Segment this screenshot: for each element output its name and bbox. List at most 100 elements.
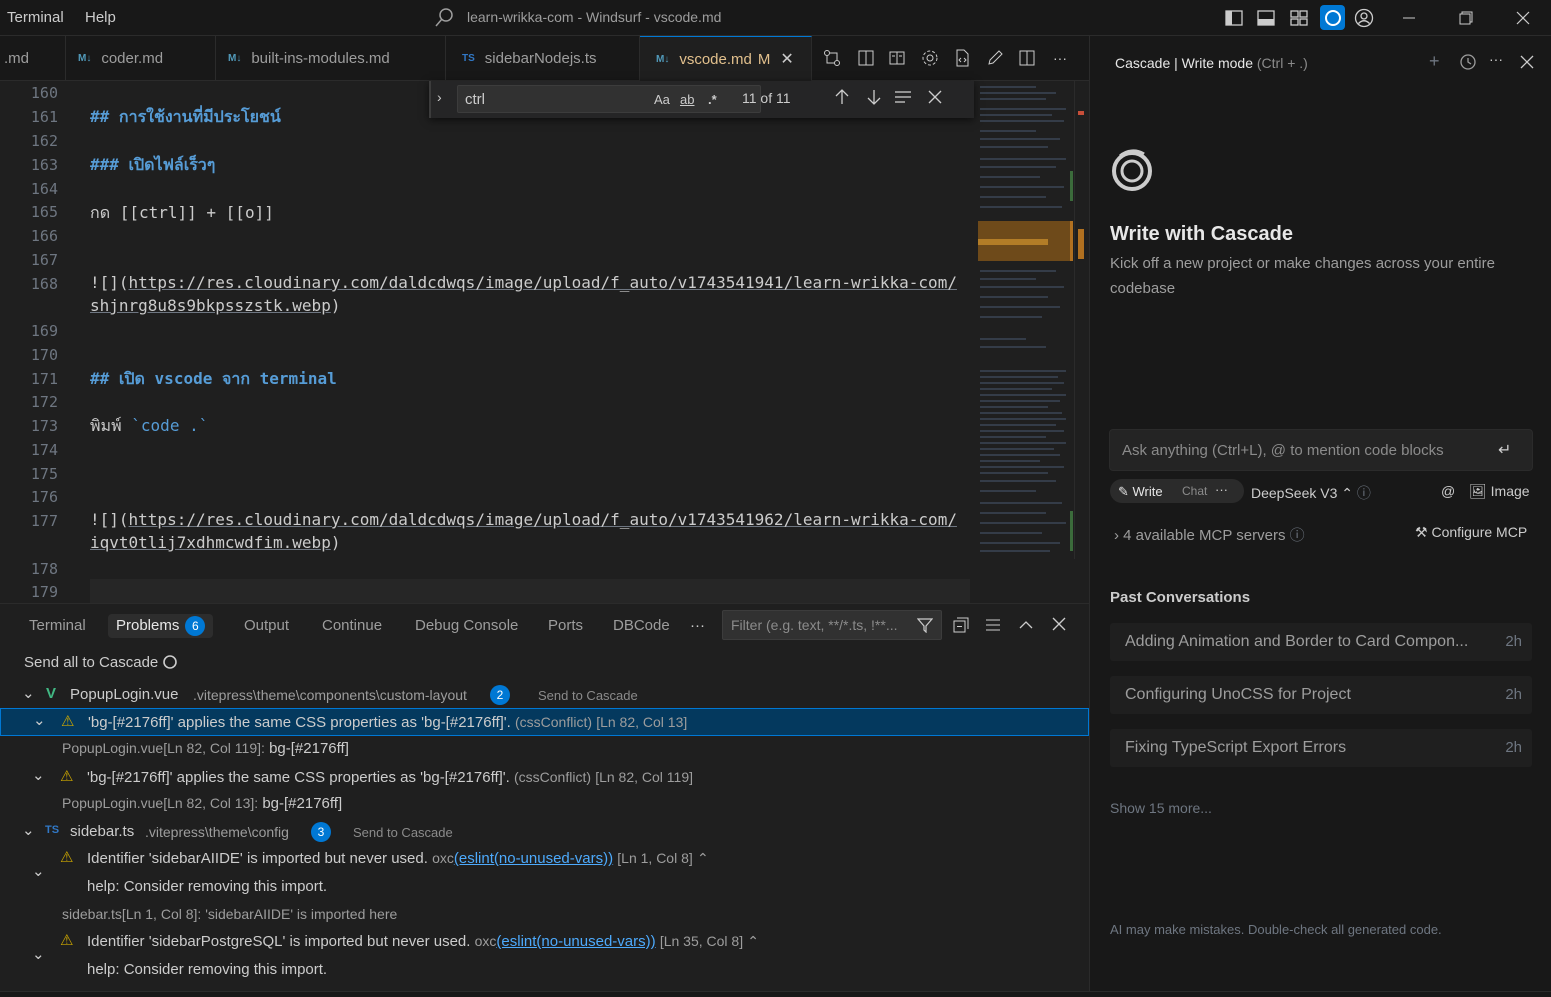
tab-terminal[interactable]: Terminal (29, 617, 86, 634)
tab-coder-md[interactable]: M↓ coder.md (66, 36, 216, 81)
problems-filter-input[interactable]: Filter (e.g. text, **/*.ts, !**... (722, 610, 942, 640)
menu-help[interactable]: Help (85, 9, 116, 26)
line-number: 163 (30, 156, 58, 174)
past-conversation-item[interactable]: Configuring UnoCSS for Project 2h (1110, 676, 1532, 714)
markdown-icon: M↓ (656, 53, 670, 65)
maximize-panel-icon[interactable] (1018, 617, 1034, 636)
filter-icon[interactable] (916, 617, 934, 636)
editor-area[interactable]: 160 161 162 163 164 165 166 167 168 169 … (0, 81, 1089, 603)
customize-layout-icon[interactable] (1288, 7, 1310, 29)
gear-icon[interactable] (920, 48, 940, 68)
close-panel-icon[interactable] (1052, 617, 1066, 634)
send-to-cascade-button[interactable]: Send to Cascade (353, 825, 453, 840)
send-all-to-cascade-button[interactable]: Send all to Cascade (24, 654, 178, 671)
send-to-cascade-button[interactable]: Send to Cascade (538, 688, 638, 703)
find-in-selection-icon[interactable] (894, 89, 912, 108)
tab-ports[interactable]: Ports (548, 617, 583, 634)
tab-vscode-md[interactable]: M↓ vscode.md M ✕ (640, 36, 812, 81)
image-url-link[interactable]: iqvt0tlij7xdhmcwdfim.webp (90, 533, 331, 552)
editor-scrollbar[interactable] (1074, 81, 1088, 559)
collapse-all-icon[interactable] (953, 617, 969, 636)
problem-group-sidebar[interactable]: ⌄ TS sidebar.ts .vitepress\theme\config … (0, 819, 1089, 845)
related-info-row[interactable]: PopupLogin.vue[Ln 82, Col 119]: bg-[#217… (0, 737, 1089, 763)
enter-icon[interactable]: ↵ (1498, 440, 1511, 460)
problem-row[interactable]: ⌄ ⚠ Identifier 'sidebarAIIDE' is importe… (0, 846, 1089, 902)
tab-problems[interactable]: Problems 6 (108, 614, 214, 638)
status-bar (0, 991, 1551, 997)
tab-label: coder.md (101, 50, 164, 67)
problem-row[interactable]: ⌄ ⚠ 'bg-[#2176ff]' applies the same CSS … (0, 708, 1089, 736)
chat-mode-button[interactable]: Chat (1182, 484, 1207, 498)
minimap[interactable] (976, 81, 1074, 559)
tab-continue[interactable]: Continue (322, 617, 382, 634)
compare-changes-icon[interactable] (822, 48, 842, 68)
cascade-ask-input[interactable]: Ask anything (Ctrl+L), @ to mention code… (1109, 429, 1533, 471)
image-url-link[interactable]: https://res.cloudinary.com/daldcdwqs/ima… (129, 510, 957, 529)
tab-debug-console[interactable]: Debug Console (415, 617, 518, 634)
rule-link[interactable]: (eslint(no-unused-vars)) (496, 933, 655, 950)
chevron-down-icon: ⌄ (22, 685, 35, 702)
history-icon[interactable] (1459, 53, 1477, 74)
open-changes-icon[interactable] (856, 48, 876, 68)
past-conversation-item[interactable]: Fixing TypeScript Export Errors 2h (1110, 729, 1532, 767)
toggle-primary-sidebar-icon[interactable] (1223, 7, 1245, 29)
regex-toggle[interactable]: .* (708, 92, 717, 107)
mode-more-icon[interactable]: ··· (1215, 482, 1228, 497)
close-cascade-icon[interactable] (1520, 55, 1534, 72)
chevron-down-icon: ⌄ (32, 767, 45, 784)
pencil-icon[interactable] (985, 48, 1005, 68)
search-icon[interactable] (433, 7, 455, 32)
problem-row[interactable]: ⌄ ⚠ Identifier 'sidebarPostgreSQL' is im… (0, 929, 1089, 985)
close-window-icon[interactable] (1512, 7, 1534, 29)
cascade-more-icon[interactable]: ··· (1489, 51, 1503, 67)
tab-sidebar-nodejs[interactable]: TS sidebarNodejs.ts (446, 36, 640, 81)
code-line-177b: iqvt0tlij7xdhmcwdfim.webp) (90, 533, 341, 552)
tab-output[interactable]: Output (244, 617, 289, 634)
close-find-icon[interactable] (928, 90, 942, 107)
related-info-row[interactable]: PopupLogin.vue[Ln 82, Col 13]: bg-[#2176… (0, 792, 1089, 818)
rule-link[interactable]: (eslint(no-unused-vars)) (454, 850, 613, 867)
arrow-up-icon[interactable] (834, 88, 850, 109)
code-file-icon[interactable] (952, 48, 972, 68)
cascade-toggle-icon[interactable] (1320, 5, 1345, 30)
tab-md[interactable]: .md (0, 36, 66, 81)
restore-icon[interactable] (1455, 7, 1477, 29)
cascade-logo-icon (1110, 146, 1154, 197)
model-selector[interactable]: DeepSeek V3 ⌃ ⓘ (1251, 483, 1371, 503)
past-conversation-item[interactable]: Adding Animation and Border to Card Comp… (1110, 623, 1532, 661)
find-input[interactable]: ctrl Aa ab .* (457, 85, 761, 113)
panel-more-icon[interactable]: ··· (690, 617, 705, 634)
code-line-173: พิมพ์ `code .` (90, 416, 209, 435)
show-more-link[interactable]: Show 15 more... (1110, 800, 1212, 816)
mention-icon[interactable]: @ (1441, 483, 1455, 499)
whole-word-toggle[interactable]: ab (680, 92, 694, 107)
chevron-right-icon[interactable]: › (437, 89, 442, 105)
warning-icon: ⚠ (60, 932, 74, 949)
image-url-link[interactable]: shjnrg8u8s9bkpsszstk.webp (90, 296, 331, 315)
configure-mcp-button[interactable]: ⚒ Configure MCP (1415, 524, 1527, 541)
mcp-servers-toggle[interactable]: › 4 available MCP servers ⓘ (1114, 524, 1305, 545)
window-title[interactable]: learn-wrikka-com - Windsurf - vscode.md (467, 9, 721, 25)
tab-built-ins-modules[interactable]: M↓ built-ins-modules.md (216, 36, 446, 81)
match-case-toggle[interactable]: Aa (654, 92, 670, 107)
more-actions-icon[interactable]: ··· (1050, 48, 1070, 68)
problem-file-name: PopupLogin.vue (70, 686, 179, 703)
minimize-icon[interactable] (1398, 7, 1420, 29)
toggle-panel-icon[interactable] (1255, 7, 1277, 29)
related-info-row[interactable]: sidebar.ts[Ln 1, Col 8]: 'sidebarAIIDE' … (0, 902, 1089, 928)
write-mode-button[interactable]: ✎ Write (1118, 484, 1163, 500)
problem-group-popuplogin[interactable]: ⌄ V PopupLogin.vue .vitepress\theme\comp… (0, 682, 1089, 708)
view-as-list-icon[interactable] (985, 617, 1001, 636)
new-conversation-icon[interactable]: + (1429, 51, 1440, 72)
account-icon[interactable] (1353, 7, 1375, 29)
problem-row[interactable]: ⌄ ⚠ 'bg-[#2176ff]' applies the same CSS … (0, 764, 1089, 790)
open-preview-icon[interactable] (887, 48, 907, 68)
image-button[interactable]: 🖼 Image (1469, 483, 1530, 500)
arrow-down-icon[interactable] (866, 88, 882, 109)
tab-dbcode[interactable]: DBCode (613, 617, 670, 634)
menu-terminal[interactable]: Terminal (7, 9, 64, 26)
cascade-header-title: Cascade | Write mode (Ctrl + .) (1115, 55, 1308, 71)
split-editor-icon[interactable] (1017, 48, 1037, 68)
close-tab-icon[interactable]: ✕ (780, 49, 793, 69)
image-url-link[interactable]: https://res.cloudinary.com/daldcdwqs/ima… (129, 273, 957, 292)
